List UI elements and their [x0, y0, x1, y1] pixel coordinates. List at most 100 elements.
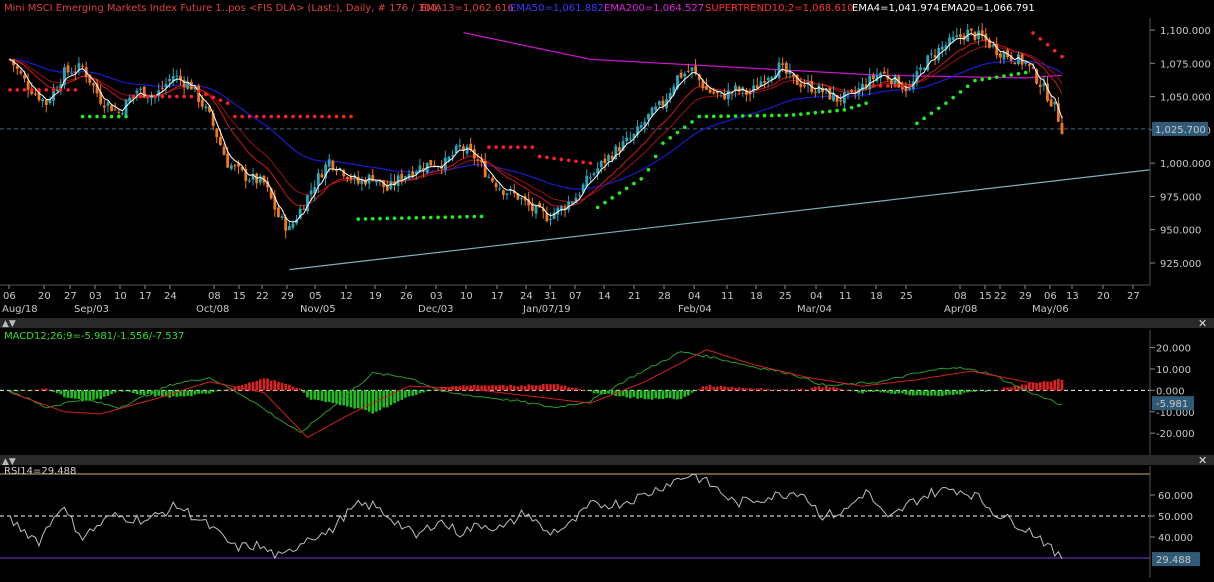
candle-body: [374, 181, 378, 183]
supertrend-dot: [175, 94, 179, 99]
supertrend-dot: [799, 112, 803, 116]
candle-body: [871, 75, 875, 80]
supertrend-dot: [849, 105, 854, 110]
macd-histogram-bar: [973, 390, 977, 392]
supertrend-dot: [341, 114, 346, 119]
candle-body: [1017, 54, 1020, 65]
macd-histogram-bar: [338, 390, 342, 406]
candle-body: [893, 74, 897, 86]
macd-histogram-bar: [1013, 385, 1017, 391]
macd-last-label: -5.981: [1156, 399, 1188, 410]
supertrend-dot: [385, 216, 390, 221]
macd-histogram-bar: [668, 390, 672, 399]
macd-histogram-bar: [774, 389, 777, 391]
candle-body: [215, 128, 219, 138]
supertrend-dot: [516, 145, 520, 149]
candle-body: [657, 101, 661, 106]
supertrend-dot: [690, 120, 694, 124]
macd-histogram-bar: [755, 388, 759, 391]
price-y-axis: 1,100.0001,075.0001,050.0001,025.0001,00…: [1149, 18, 1211, 285]
candle-body: [690, 67, 694, 71]
macd-histogram-bar: [135, 390, 139, 395]
macd-histogram-bar: [792, 389, 795, 391]
ema4-line: [9, 32, 1063, 223]
macd-histogram-bar: [788, 390, 792, 391]
candle-body: [607, 155, 610, 161]
macd-histogram-bar: [284, 383, 287, 391]
x-day-label: 08: [954, 291, 967, 302]
x-month-label: Sep/03: [74, 304, 109, 315]
candle-body: [1002, 52, 1006, 60]
macd-histogram-bar: [353, 390, 356, 409]
candle-body: [817, 85, 821, 94]
supertrend-dot: [501, 145, 506, 149]
macd-histogram-bar: [719, 386, 723, 391]
macd-histogram-bar: [676, 390, 679, 400]
candle-body: [705, 86, 708, 90]
macd-histogram-bar: [908, 390, 911, 396]
macd-histogram-bar: [346, 390, 349, 407]
supertrend-dot: [530, 145, 535, 149]
macd-histogram-bar: [705, 386, 708, 391]
macd-histogram-bar: [748, 388, 752, 391]
macd-histogram-bar: [850, 390, 853, 392]
supertrend-dot: [399, 216, 404, 220]
macd-panel-separator[interactable]: [0, 318, 1214, 328]
price-tick-label: 925.000: [1160, 259, 1201, 270]
collapse-icon[interactable]: ▲▼: [2, 319, 16, 329]
macd-histogram-bar: [915, 390, 919, 396]
candle-body: [121, 113, 124, 115]
x-day-label: 24: [164, 291, 177, 302]
supertrend-dot: [80, 114, 85, 119]
candle-body: [476, 159, 480, 161]
candle-body: [160, 87, 164, 89]
candle-body: [204, 106, 208, 109]
supertrend-dot: [58, 88, 63, 92]
candle-body: [1013, 62, 1017, 65]
macd-histogram-bar: [512, 385, 516, 391]
supertrend-dot: [733, 114, 738, 118]
supertrend-dot: [748, 113, 752, 118]
rsi-panel-separator[interactable]: [0, 455, 1214, 465]
macd-histogram-bar: [55, 390, 59, 394]
candle-body: [66, 65, 70, 73]
macd-histogram-bar: [204, 390, 208, 394]
macd-histogram-bar: [295, 387, 298, 391]
candle-body: [1042, 83, 1046, 86]
macd-histogram-bar: [999, 389, 1002, 391]
supertrend-dot: [305, 114, 310, 119]
supertrend-dot: [233, 114, 237, 119]
supertrend-dot: [160, 94, 165, 99]
macd-title: MACD12;26;9=-5.981/-1.556/-7.537: [4, 331, 184, 342]
macd-tick-label: 20.000: [1156, 344, 1191, 355]
candle-body: [494, 183, 498, 188]
macd-histogram-bar: [570, 387, 574, 391]
supertrend-dot: [146, 94, 150, 99]
x-day-label: 10: [460, 291, 473, 302]
macd-histogram-bar: [480, 385, 483, 391]
x-day-label: 22: [994, 291, 1007, 302]
close-macd-icon[interactable]: ✕: [1198, 317, 1207, 330]
macd-histogram-bar: [132, 390, 135, 394]
supertrend-dot: [791, 113, 796, 117]
supertrend-dot: [370, 216, 375, 221]
supertrend-dot: [66, 88, 70, 92]
candle-body: [309, 190, 313, 195]
candle-body: [549, 218, 552, 220]
candle-body: [219, 136, 222, 146]
supertrend-dot: [871, 84, 876, 88]
supertrend-dot: [857, 103, 861, 108]
macd-histogram-bar: [298, 388, 302, 391]
close-rsi-icon[interactable]: ✕: [1198, 454, 1207, 467]
macd-histogram-bar: [730, 386, 734, 391]
ema50-line: [9, 58, 1063, 190]
candle-body: [998, 53, 1002, 58]
x-day-label: 14: [598, 291, 611, 302]
macd-histogram-bar: [81, 390, 84, 402]
macd-histogram-bar: [306, 390, 309, 398]
macd-histogram-bar: [639, 390, 643, 398]
supertrend-dot: [646, 168, 651, 172]
macd-histogram-bar: [585, 390, 589, 391]
macd-histogram-bar: [494, 385, 498, 391]
rsi-panel: 60.000 50.000 40.000 29.488: [0, 466, 1200, 578]
